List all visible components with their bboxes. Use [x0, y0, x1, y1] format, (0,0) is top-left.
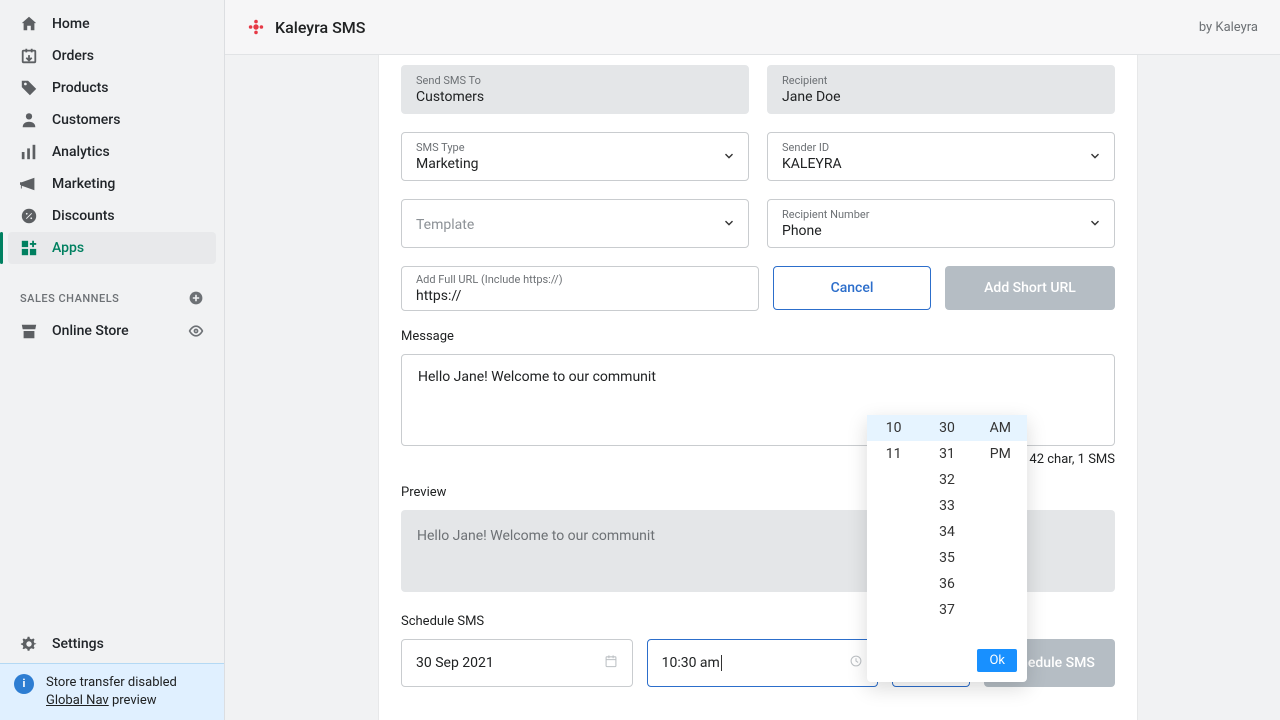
info-icon: i — [14, 674, 34, 694]
channel-online-store[interactable]: Online Store — [0, 314, 224, 348]
banner-line1: Store transfer disabled — [46, 674, 177, 692]
field-value: Jane Doe — [782, 89, 1100, 105]
template-select[interactable]: Template — [401, 199, 749, 248]
orders-icon — [20, 47, 38, 65]
chevron-down-icon — [722, 147, 736, 166]
nav-products[interactable]: Products — [8, 72, 216, 104]
content: Send SMS To Customers Recipient Jane Doe… — [225, 55, 1280, 720]
chevron-down-icon — [722, 214, 736, 233]
sales-channels-header: SALES CHANNELS — [0, 290, 224, 306]
field-label: Sender ID — [782, 141, 1100, 154]
sender-id-select[interactable]: Sender ID KALEYRA — [767, 132, 1115, 181]
apps-icon — [20, 239, 38, 257]
send-sms-to-field: Send SMS To Customers — [401, 65, 749, 114]
minute-option[interactable]: 37 — [920, 597, 973, 623]
hour-option[interactable]: 11 — [867, 441, 920, 467]
nav-orders[interactable]: Orders — [8, 40, 216, 72]
field-label: Recipient Number — [782, 208, 1100, 221]
banner-link[interactable]: Global Nav — [46, 693, 109, 708]
nav-customers[interactable]: Customers — [8, 104, 216, 136]
cancel-url-button[interactable]: Cancel — [773, 266, 931, 310]
nav-label: Apps — [52, 240, 84, 256]
field-label: Add Full URL (Include https://) — [416, 273, 744, 286]
ampm-option[interactable]: PM — [974, 441, 1027, 467]
minute-column[interactable]: 30 31 32 33 34 35 36 37 — [920, 415, 973, 643]
minute-option[interactable]: 30 — [920, 415, 973, 441]
marketing-icon — [20, 175, 38, 193]
ampm-option[interactable]: AM — [974, 415, 1027, 441]
nav-label: Analytics — [52, 144, 110, 160]
nav-label: Customers — [52, 112, 120, 128]
field-value: KALEYRA — [782, 156, 1100, 172]
by-kaleyra: by Kaleyra — [1199, 20, 1258, 35]
nav-label: Discounts — [52, 208, 115, 224]
products-icon — [20, 79, 38, 97]
nav-analytics[interactable]: Analytics — [8, 136, 216, 168]
clock-icon — [849, 654, 863, 672]
nav-label: Home — [52, 16, 90, 32]
info-banner: i Store transfer disabled Global Nav pre… — [0, 663, 224, 720]
home-icon — [20, 15, 38, 33]
store-icon — [20, 322, 38, 340]
add-channel-icon[interactable] — [188, 290, 204, 306]
kaleyra-logo-icon — [247, 18, 265, 36]
recipient-number-select[interactable]: Recipient Number Phone — [767, 199, 1115, 248]
field-value: Phone — [782, 223, 1100, 239]
field-value: https:// — [416, 288, 744, 304]
customers-icon — [20, 111, 38, 129]
nav-label: Products — [52, 80, 109, 96]
placeholder: Template — [416, 217, 474, 233]
ampm-column[interactable]: AM PM — [974, 415, 1027, 643]
minute-option[interactable]: 36 — [920, 571, 973, 597]
hour-column[interactable]: 10 11 — [867, 415, 920, 643]
minute-option[interactable]: 34 — [920, 519, 973, 545]
schedule-time-input[interactable]: 10:30 am — [647, 639, 879, 687]
minute-option[interactable]: 33 — [920, 493, 973, 519]
minute-option[interactable]: 35 — [920, 545, 973, 571]
topbar: Kaleyra SMS by Kaleyra — [225, 0, 1280, 55]
nav-label: Marketing — [52, 176, 115, 192]
recipient-field: Recipient Jane Doe — [767, 65, 1115, 114]
analytics-icon — [20, 143, 38, 161]
chevron-down-icon — [1088, 214, 1102, 233]
minute-option[interactable]: 31 — [920, 441, 973, 467]
url-input[interactable]: Add Full URL (Include https://) https:// — [401, 266, 759, 311]
nav-label: Orders — [52, 48, 94, 64]
time-ok-button[interactable]: Ok — [977, 649, 1017, 672]
message-label: Message — [401, 329, 1115, 344]
channel-label: Online Store — [52, 323, 129, 339]
settings-label: Settings — [52, 636, 104, 652]
app-title: Kaleyra SMS — [275, 18, 365, 37]
hour-option[interactable]: 10 — [867, 415, 920, 441]
gear-icon — [20, 635, 38, 653]
field-value: Marketing — [416, 156, 734, 172]
calendar-icon — [604, 654, 618, 672]
add-short-url-button[interactable]: Add Short URL — [945, 266, 1115, 310]
nav-settings[interactable]: Settings — [0, 625, 224, 663]
nav-marketing[interactable]: Marketing — [8, 168, 216, 200]
minute-option[interactable]: 32 — [920, 467, 973, 493]
preview-icon[interactable] — [188, 323, 204, 339]
discounts-icon — [20, 207, 38, 225]
sidebar: Home Orders Products Customers Analytics… — [0, 0, 225, 720]
field-label: Send SMS To — [416, 74, 734, 87]
nav-home[interactable]: Home — [8, 8, 216, 40]
nav-apps[interactable]: Apps — [8, 232, 216, 264]
field-label: Recipient — [782, 74, 1100, 87]
sales-channels-label: SALES CHANNELS — [20, 292, 119, 305]
sms-type-select[interactable]: SMS Type Marketing — [401, 132, 749, 181]
nav-discounts[interactable]: Discounts — [8, 200, 216, 232]
banner-suffix: preview — [109, 693, 157, 708]
field-label: SMS Type — [416, 141, 734, 154]
schedule-date-input[interactable]: 30 Sep 2021 — [401, 639, 633, 687]
chevron-down-icon — [1088, 147, 1102, 166]
time-picker-popup: 10 11 30 31 32 33 34 35 36 37 AM PM Ok — [867, 415, 1027, 682]
field-value: Customers — [416, 89, 734, 105]
